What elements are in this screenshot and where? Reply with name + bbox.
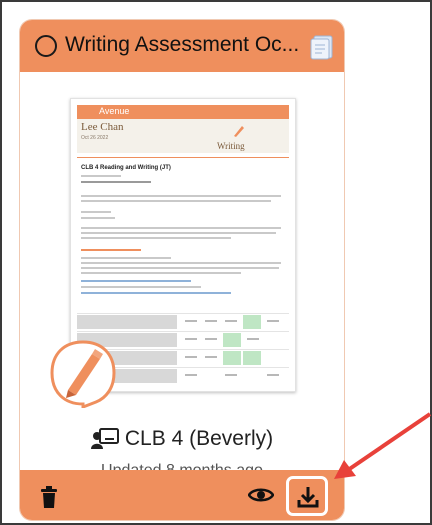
doc-text-line xyxy=(81,211,111,213)
class-name: CLB 4 (Beverly) xyxy=(124,427,274,450)
doc-text-line xyxy=(81,286,201,288)
table-cell xyxy=(205,356,217,358)
class-info: CLB 4 (Beverly) xyxy=(20,424,344,454)
table-cell xyxy=(267,374,279,376)
table-cell xyxy=(225,320,237,322)
table-cell xyxy=(243,351,261,365)
table-cell xyxy=(243,315,261,329)
doc-text-line xyxy=(81,232,276,234)
doc-brand-bar: Avenue xyxy=(77,105,289,119)
empty-circle-icon[interactable] xyxy=(35,35,57,57)
annotation-arrow xyxy=(334,412,432,479)
doc-text-line xyxy=(81,249,141,251)
table-cell xyxy=(223,351,241,365)
doc-text-line xyxy=(81,181,151,183)
table-cell xyxy=(185,374,197,376)
card-title[interactable]: Writing Assessment Oc... xyxy=(65,33,315,57)
doc-date: Oct 26 2022 xyxy=(81,135,109,141)
table-cell xyxy=(185,338,197,340)
doc-text-line xyxy=(81,272,241,274)
card-header: Writing Assessment Oc... xyxy=(20,20,344,72)
document-stack-icon xyxy=(310,35,333,60)
table-cell xyxy=(267,320,279,322)
download-icon xyxy=(297,487,319,508)
doc-heading: CLB 4 Reading and Writing (JT) xyxy=(81,165,171,171)
doc-text-line xyxy=(81,175,121,177)
eye-icon[interactable] xyxy=(248,484,274,506)
table-row xyxy=(77,313,289,330)
table-cell xyxy=(205,338,217,340)
table-cell xyxy=(225,374,237,376)
assessment-card[interactable]: Writing Assessment Oc... Avenue Lee Chan… xyxy=(20,20,344,520)
classroom-icon xyxy=(90,428,119,449)
doc-subject: Writing xyxy=(217,141,245,151)
doc-text-line xyxy=(81,217,115,219)
doc-text-line xyxy=(81,262,281,264)
doc-text-line xyxy=(81,292,231,294)
pen-mark-icon xyxy=(234,126,244,137)
doc-text-line xyxy=(81,195,281,197)
doc-text-line xyxy=(81,267,279,269)
doc-student-name: Lee Chan xyxy=(81,121,124,133)
table-cell xyxy=(185,320,197,322)
doc-divider xyxy=(77,157,289,158)
download-button[interactable] xyxy=(286,476,328,516)
doc-text-line xyxy=(81,227,281,229)
doc-text-line xyxy=(81,257,171,259)
table-cell xyxy=(247,338,259,340)
doc-brand: Avenue xyxy=(99,106,130,116)
doc-text-line xyxy=(81,200,271,202)
writing-pen-icon xyxy=(50,340,116,408)
table-cell xyxy=(205,320,217,322)
table-cell xyxy=(223,333,241,347)
doc-text-line xyxy=(81,237,231,239)
card-footer xyxy=(20,470,344,520)
trash-icon[interactable] xyxy=(39,486,59,508)
table-cell xyxy=(185,356,197,358)
table-cell xyxy=(77,315,177,329)
doc-text-line xyxy=(81,280,191,282)
